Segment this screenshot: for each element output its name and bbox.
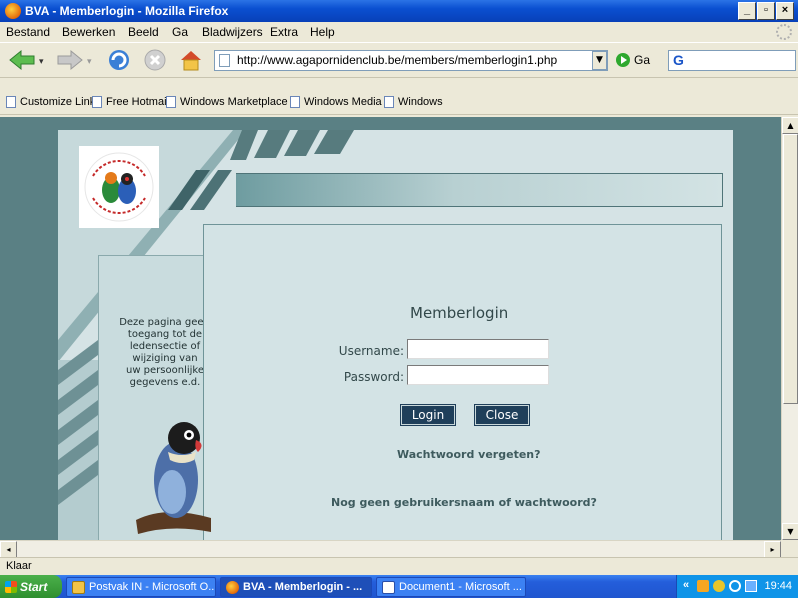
reload-button[interactable] — [104, 47, 134, 73]
firefox-icon — [5, 3, 21, 19]
network-tray-icon[interactable] — [729, 580, 741, 592]
scroll-up-button[interactable]: ▲ — [782, 117, 798, 134]
menu-bewerken[interactable]: Bewerken — [62, 25, 115, 39]
menu-extra[interactable]: Extra — [270, 25, 298, 39]
menu-bar: Bestand Bewerken Beeld Ga Bladwijzers Ex… — [0, 22, 798, 42]
bookmark-free-hotmail[interactable]: Free Hotmail — [92, 96, 169, 108]
scrollbar-corner — [781, 540, 798, 557]
start-button[interactable]: Start — [0, 575, 62, 598]
home-icon — [181, 51, 201, 71]
svg-text:▾: ▾ — [39, 57, 44, 67]
menu-beeld[interactable]: Beeld — [128, 25, 159, 39]
bookmark-page-icon — [6, 96, 16, 108]
bookmark-page-icon — [290, 96, 300, 108]
svg-text:▾: ▾ — [87, 57, 92, 67]
page-icon — [219, 54, 230, 67]
minimize-button[interactable]: _ — [738, 2, 756, 20]
scroll-right-button[interactable]: ▸ — [764, 541, 781, 558]
bookmark-windows[interactable]: Windows — [384, 96, 443, 108]
outlook-icon — [72, 580, 85, 594]
stop-icon — [144, 49, 166, 71]
bookmark-page-icon — [166, 96, 176, 108]
java-tray-icon[interactable] — [697, 580, 709, 592]
forward-button[interactable]: ▾ — [54, 47, 100, 73]
url-dropdown-button[interactable]: ▼ — [592, 51, 607, 70]
search-input[interactable]: G — [668, 50, 796, 71]
go-button[interactable]: Ga — [616, 53, 650, 67]
status-text: Klaar — [6, 560, 32, 572]
lovebird-logo-icon — [84, 152, 154, 222]
window-titlebar[interactable]: BVA - Memberlogin - Mozilla Firefox _ ▫ … — [0, 0, 798, 22]
close-window-button[interactable]: × — [776, 2, 794, 20]
forgot-password-link[interactable]: Wachtwoord vergeten? — [397, 448, 541, 461]
password-label: Password: — [343, 370, 404, 384]
url-text: http://www.agapornidenclub.be/members/me… — [237, 53, 558, 67]
menu-bestand[interactable]: Bestand — [6, 25, 50, 39]
bookmarks-toolbar: Customize Links Free Hotmail Windows Mar… — [0, 92, 798, 114]
stop-button[interactable] — [140, 47, 170, 73]
throbber-icon — [776, 24, 792, 40]
task-firefox[interactable]: BVA - Memberlogin - ... — [220, 577, 372, 597]
horizontal-scrollbar[interactable]: ◂ ▸ — [0, 540, 781, 558]
username-input[interactable] — [407, 339, 549, 359]
register-link[interactable]: Nog geen gebruikersnaam of wachtwoord? — [331, 496, 597, 509]
menu-help[interactable]: Help — [310, 25, 335, 39]
task-outlook[interactable]: Postvak IN - Microsoft O... — [66, 577, 216, 597]
google-icon: G — [673, 52, 684, 68]
site-panel: Deze pagina geeft toegang tot de ledense… — [58, 130, 733, 540]
header-banner — [236, 173, 723, 207]
page-content: Deze pagina geeft toegang tot de ledense… — [0, 117, 781, 540]
scroll-thumb[interactable] — [783, 134, 798, 404]
bookmark-customize-links[interactable]: Customize Links — [6, 96, 101, 108]
reload-icon — [109, 50, 129, 70]
firefox-task-icon — [226, 580, 239, 594]
go-icon — [616, 53, 630, 67]
navigation-toolbar: ▾ ▾ http://www.agapornidenclub.be/member… — [0, 42, 798, 78]
url-input[interactable]: http://www.agapornidenclub.be/members/me… — [214, 50, 608, 71]
security-tray-icon[interactable] — [713, 580, 725, 592]
vertical-scrollbar[interactable]: ▲ ▼ — [781, 117, 798, 540]
bookmark-windows-media[interactable]: Windows Media — [290, 96, 382, 108]
monitor-tray-icon[interactable] — [745, 580, 757, 592]
form-title: Memberlogin — [410, 304, 509, 322]
windows-flag-icon — [5, 580, 17, 593]
menu-bladwijzers[interactable]: Bladwijzers — [202, 25, 263, 39]
maximize-button[interactable]: ▫ — [757, 2, 775, 20]
scroll-left-button[interactable]: ◂ — [0, 541, 17, 558]
back-button[interactable]: ▾ — [6, 47, 52, 73]
password-input[interactable] — [407, 365, 549, 385]
word-icon — [382, 580, 395, 594]
window-title: BVA - Memberlogin - Mozilla Firefox — [25, 4, 229, 18]
username-label: Username: — [338, 344, 404, 358]
bookmark-windows-marketplace[interactable]: Windows Marketplace — [166, 96, 288, 108]
back-arrow-icon: ▾ — [9, 49, 44, 71]
go-label: Ga — [634, 53, 651, 67]
login-button[interactable]: Login — [400, 404, 456, 426]
bookmark-page-icon — [384, 96, 394, 108]
bookmark-page-icon — [92, 96, 102, 108]
clock[interactable]: 19:44 — [764, 580, 792, 592]
menu-ga[interactable]: Ga — [172, 25, 188, 39]
system-tray: « 19:44 — [676, 575, 798, 598]
home-button[interactable] — [176, 47, 206, 73]
status-bar: Klaar — [0, 557, 798, 575]
close-button[interactable]: Close — [474, 404, 530, 426]
forward-arrow-icon: ▾ — [57, 49, 92, 71]
parrot-illustration — [136, 422, 211, 534]
scroll-down-button[interactable]: ▼ — [782, 523, 798, 540]
club-logo — [79, 146, 159, 228]
task-word[interactable]: Document1 - Microsoft ... — [376, 577, 526, 597]
taskbar: Start Postvak IN - Microsoft O... BVA - … — [0, 575, 798, 598]
tray-expand-button[interactable]: « — [683, 579, 689, 591]
